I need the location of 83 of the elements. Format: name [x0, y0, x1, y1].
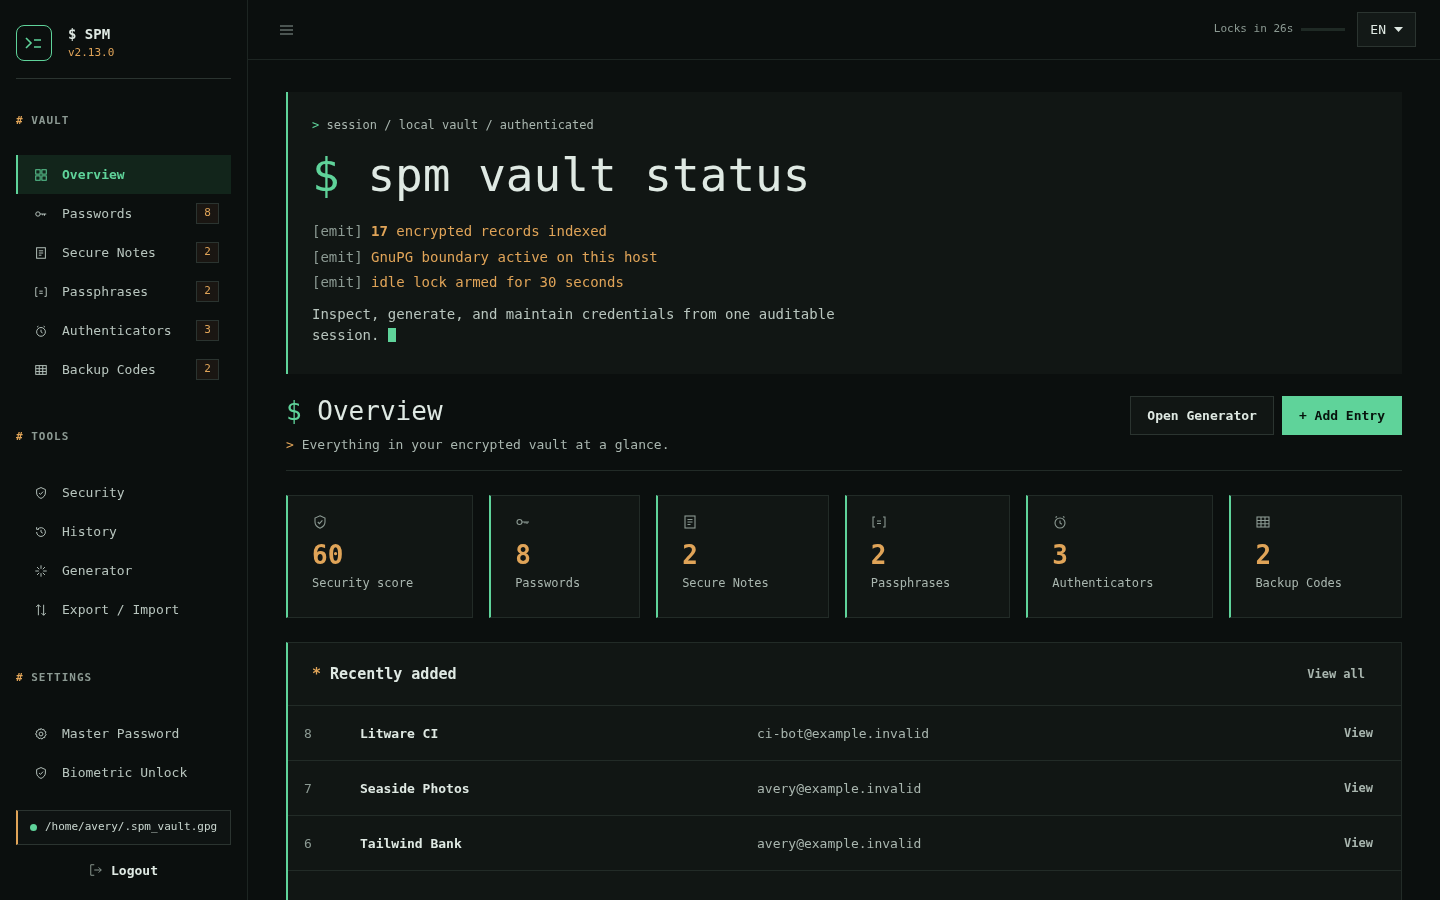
note-icon [34, 245, 48, 260]
shield-icon [34, 765, 48, 780]
stat-label: Security score [312, 574, 415, 592]
breadcrumb: > session / local vault / authenticated [312, 117, 595, 134]
language-dropdown[interactable]: EN [1357, 11, 1416, 48]
settings-icon [34, 726, 48, 741]
shield-icon [312, 514, 328, 531]
note-icon [682, 514, 699, 531]
sidebar-item[interactable]: Secure Notes 2 [16, 233, 231, 272]
logout-link[interactable]: Logout [89, 860, 158, 880]
sort-arrows-icon [34, 603, 48, 617]
view-all-link[interactable]: View all [1307, 665, 1365, 684]
app-logo [16, 24, 52, 61]
sidebar-item[interactable]: Master Password [16, 714, 231, 753]
count-badge: 2 [196, 281, 219, 302]
sidebar-item[interactable]: Overview [16, 155, 231, 194]
sidebar-item[interactable]: Export / Import [16, 590, 231, 630]
entry-name: Seaside Photos [360, 779, 471, 798]
entry-username: ci-bot@example.invalid [757, 724, 930, 743]
row-number: 8 [304, 724, 313, 743]
stat-value: 2 [1255, 540, 1273, 572]
stopwatch-icon [34, 323, 48, 338]
sidebar-item[interactable]: Passwords 8 [16, 194, 231, 233]
stat-label: Authenticators [1052, 574, 1155, 592]
description: Inspect, generate, and maintain credentials from one auditable session. [312, 304, 836, 345]
row-number: 6 [304, 834, 313, 853]
entry-name: Tailwind Bank [360, 834, 463, 853]
stat-value: 3 [1052, 540, 1069, 572]
table-icon [34, 362, 48, 377]
count-badge: 2 [196, 359, 219, 380]
section-title: $ Overview [286, 395, 444, 427]
count-badge: 2 [196, 242, 219, 263]
section-heading: # TOOLS [16, 429, 71, 445]
section-heading: # VAULT [16, 112, 71, 129]
vault-path: /home/avery/.spm_vault.gpg [45, 819, 218, 835]
stat-value: 8 [515, 540, 532, 572]
count-badge: 3 [196, 320, 219, 341]
menu-icon[interactable] [280, 24, 293, 35]
log-line: [emit] GnuPG boundary active on this host [312, 247, 659, 267]
count-badge: 8 [196, 203, 219, 224]
history-icon [34, 525, 48, 539]
sidebar-item[interactable]: Backup Codes 2 [16, 350, 231, 389]
app-title: $ SPM [68, 25, 112, 44]
stat-value: 2 [870, 540, 888, 572]
brackets-icon [34, 284, 48, 299]
stat-label: Backup Codes [1255, 574, 1344, 592]
stat-label: Passphrases [870, 574, 952, 592]
page-title: $ spm vault status [312, 148, 812, 204]
entry-username: avery@example.invalid [757, 834, 922, 853]
row-number: 7 [304, 779, 313, 798]
caret-icon [1394, 26, 1403, 33]
version-text: v2.13.0 [68, 45, 115, 61]
stat-label: Secure Notes [682, 574, 770, 592]
view-link[interactable]: View [1344, 724, 1373, 743]
sidebar-item[interactable]: Passphrases 2 [16, 272, 231, 311]
shield-icon [34, 486, 48, 500]
table-icon [1255, 514, 1272, 531]
entry-name: Litware CI [360, 724, 440, 743]
section-subtitle: > Everything in your encrypted vault at a glance. [286, 435, 670, 454]
log-line: [emit] 17 encrypted records indexed [312, 222, 609, 242]
view-link[interactable]: View [1344, 779, 1373, 798]
sidebar-item[interactable]: Security [16, 473, 231, 513]
sidebar-item[interactable]: Generator [16, 551, 231, 591]
brackets-icon [870, 514, 887, 531]
logout-icon [89, 863, 103, 878]
sidebar-item[interactable]: History [16, 512, 231, 552]
stat-label: Passwords [515, 574, 582, 592]
panel-title: * Recently added [312, 664, 457, 686]
grid-icon [34, 167, 48, 182]
sidebar-item[interactable]: Biometric Unlock [16, 753, 231, 792]
status-dot [30, 823, 37, 831]
generator-button[interactable]: Open Generator [1130, 395, 1274, 436]
add-entry-button[interactable]: + Add Entry [1281, 395, 1402, 436]
lock-countdown: Locks in 26s [1213, 21, 1294, 38]
view-link[interactable]: View [1344, 834, 1373, 853]
log-line: [emit] idle lock armed for 30 seconds [312, 273, 625, 293]
stat-value: 60 [312, 540, 345, 572]
section-heading: # SETTINGS [16, 669, 94, 686]
stat-value: 2 [682, 540, 699, 572]
entry-username: avery@example.invalid [757, 779, 922, 798]
sidebar-item[interactable]: Authenticators 3 [16, 311, 231, 350]
sparkle-icon [34, 564, 48, 578]
stopwatch-icon [1052, 514, 1069, 531]
